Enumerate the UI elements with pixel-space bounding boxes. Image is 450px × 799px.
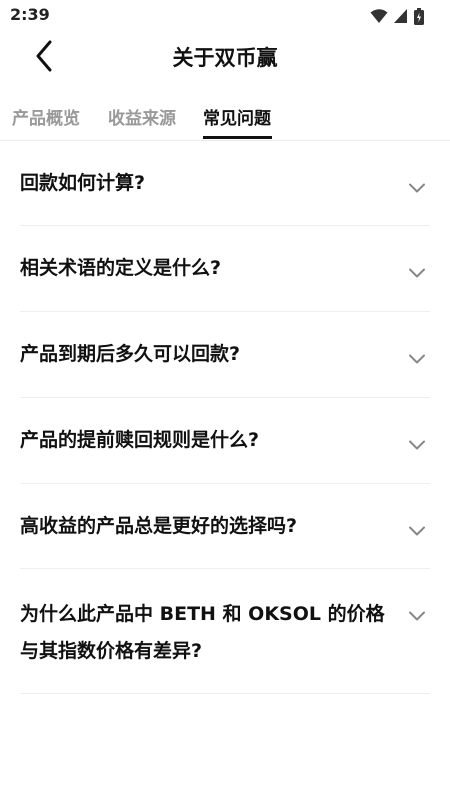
chevron-down-icon — [409, 606, 425, 621]
nav-bar: 关于双币赢 — [0, 32, 450, 82]
wifi-icon — [370, 8, 388, 24]
battery-icon — [414, 7, 424, 25]
status-time: 2:39 — [10, 5, 50, 24]
faq-item[interactable]: 产品的提前赎回规则是什么? — [20, 398, 430, 484]
faq-question-line-2: 与其指数价格有差异? — [20, 640, 203, 662]
tab-income-source[interactable]: 收益来源 — [108, 104, 176, 129]
cell-signal-icon — [394, 8, 408, 24]
faq-question: 产品的提前赎回规则是什么? — [20, 429, 260, 451]
page-title: 关于双币赢 — [172, 46, 278, 70]
chevron-down-icon — [409, 263, 425, 278]
tab-product-overview[interactable]: 产品概览 — [12, 104, 80, 129]
chevron-down-icon — [409, 349, 425, 364]
faq-question: 高收益的产品总是更好的选择吗? — [20, 515, 298, 537]
faq-item[interactable]: 产品到期后多久可以回款? — [20, 312, 430, 398]
chevron-down-icon — [409, 521, 425, 536]
status-bar: 2:39 — [0, 0, 450, 32]
faq-item[interactable]: 相关术语的定义是什么? — [20, 226, 430, 312]
faq-question: 相关术语的定义是什么? — [20, 257, 222, 279]
faq-question-line-1: 为什么此产品中 BETH 和 OKSOL 的价格 — [20, 603, 385, 625]
tab-faq[interactable]: 常见问题 — [203, 104, 271, 129]
faq-item[interactable]: 高收益的产品总是更好的选择吗? — [20, 484, 430, 569]
status-icons — [370, 7, 424, 25]
chevron-down-icon — [409, 435, 425, 450]
faq-question: 产品到期后多久可以回款? — [20, 343, 241, 365]
chevron-down-icon — [409, 178, 425, 193]
active-tab-indicator — [203, 136, 272, 139]
tab-bar: 产品概览 收益来源 常见问题 — [0, 96, 450, 141]
faq-list: 回款如何计算? 相关术语的定义是什么? 产品到期后多久可以回款? 产品的提前赎回… — [20, 141, 430, 694]
faq-item[interactable]: 回款如何计算? — [20, 141, 430, 226]
faq-question: 回款如何计算? — [20, 172, 146, 194]
faq-item[interactable]: 为什么此产品中 BETH 和 OKSOL 的价格 与其指数价格有差异? — [20, 569, 430, 694]
